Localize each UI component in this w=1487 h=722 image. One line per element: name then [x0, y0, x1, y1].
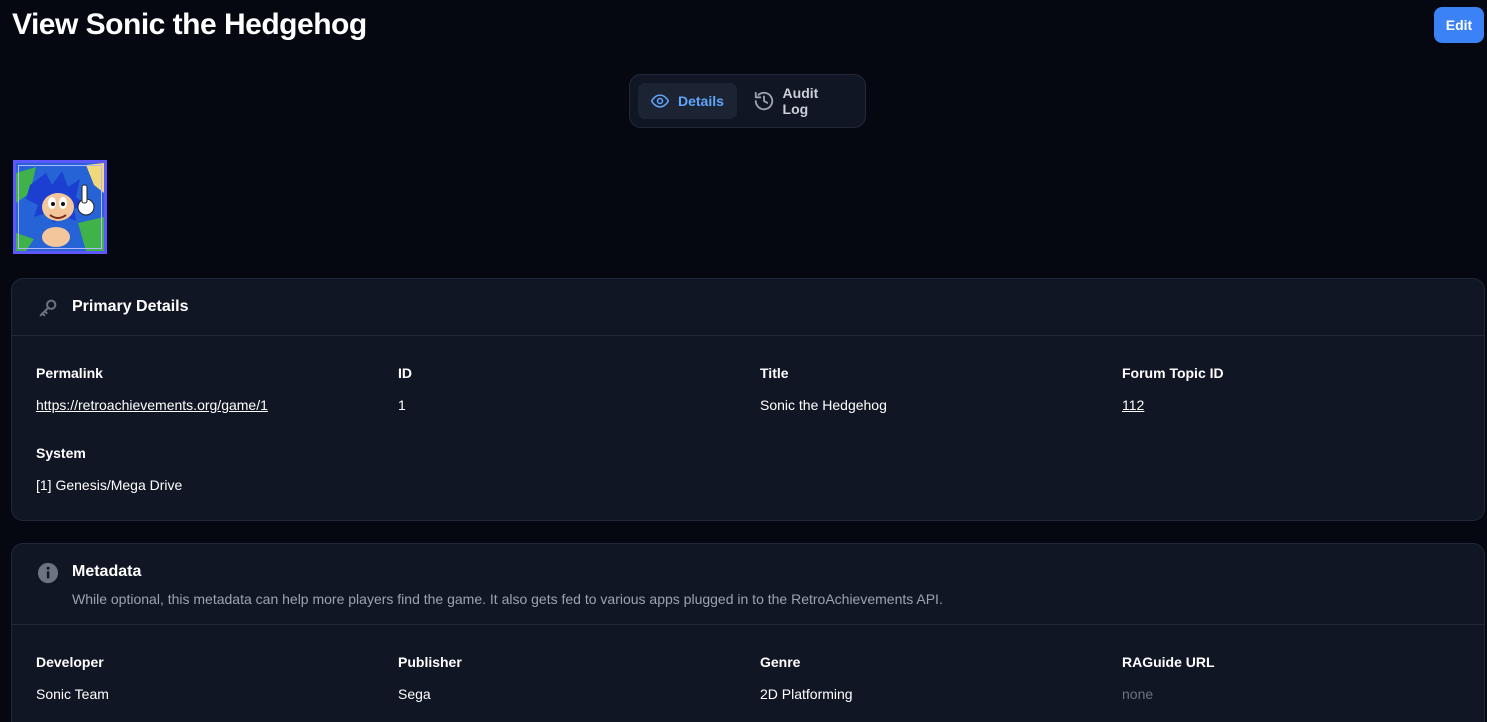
sonic-artwork	[16, 163, 104, 251]
key-icon	[39, 299, 57, 317]
genre-label: Genre	[760, 654, 801, 670]
metadata-header: Metadata While optional, this metadata c…	[12, 544, 1484, 625]
id-label: ID	[398, 365, 412, 381]
field-permalink: Permalink https://retroachievements.org/…	[36, 365, 268, 413]
raguide-url-label: RAGuide URL	[1122, 654, 1215, 670]
metadata-title: Metadata	[72, 563, 142, 580]
title-value: Sonic the Hedgehog	[760, 397, 887, 413]
page: View Sonic the Hedgehog Edit Details Aud…	[0, 0, 1487, 722]
field-system: System [1] Genesis/Mega Drive	[36, 445, 182, 493]
field-genre: Genre 2D Platforming	[760, 654, 853, 702]
system-value: [1] Genesis/Mega Drive	[36, 477, 183, 493]
eye-icon	[650, 94, 670, 108]
history-icon	[754, 91, 773, 111]
title-label: Title	[760, 365, 789, 381]
permalink-link[interactable]: https://retroachievements.org/game/1	[36, 397, 268, 413]
tab-audit-log-label: Audit Log	[782, 85, 819, 117]
field-id: ID 1	[398, 365, 412, 413]
tab-audit-log[interactable]: Audit Log	[741, 83, 857, 119]
raguide-url-value: none	[1122, 686, 1154, 702]
info-icon	[37, 562, 59, 584]
publisher-label: Publisher	[398, 654, 462, 670]
developer-label: Developer	[36, 654, 104, 670]
developer-value: Sonic Team	[36, 686, 109, 702]
game-icon-image	[13, 160, 107, 254]
publisher-value: Sega	[398, 686, 431, 702]
metadata-section: Metadata While optional, this metadata c…	[11, 543, 1485, 722]
field-forum-topic-id: Forum Topic ID 112	[1122, 365, 1224, 413]
field-raguide-url: RAGuide URL none	[1122, 654, 1215, 702]
genre-value: 2D Platforming	[760, 686, 853, 702]
forum-topic-id-label: Forum Topic ID	[1122, 365, 1224, 381]
field-publisher: Publisher Sega	[398, 654, 462, 702]
primary-details-section: Primary Details Permalink https://retroa…	[11, 278, 1485, 521]
system-label: System	[36, 445, 86, 461]
page-title: View Sonic the Hedgehog	[12, 8, 367, 41]
tab-details[interactable]: Details	[638, 83, 737, 119]
field-title: Title Sonic the Hedgehog	[760, 365, 887, 413]
forum-topic-link[interactable]: 112	[1122, 397, 1224, 413]
id-value: 1	[398, 397, 406, 413]
field-developer: Developer Sonic Team	[36, 654, 109, 702]
tab-bar: Details Audit Log	[629, 74, 866, 128]
tab-details-label: Details	[678, 93, 724, 109]
permalink-label: Permalink	[36, 365, 103, 381]
primary-details-header: Primary Details	[12, 279, 1484, 336]
primary-details-title: Primary Details	[72, 298, 189, 315]
metadata-description: While optional, this metadata can help m…	[72, 591, 943, 607]
edit-button[interactable]: Edit	[1434, 7, 1484, 43]
